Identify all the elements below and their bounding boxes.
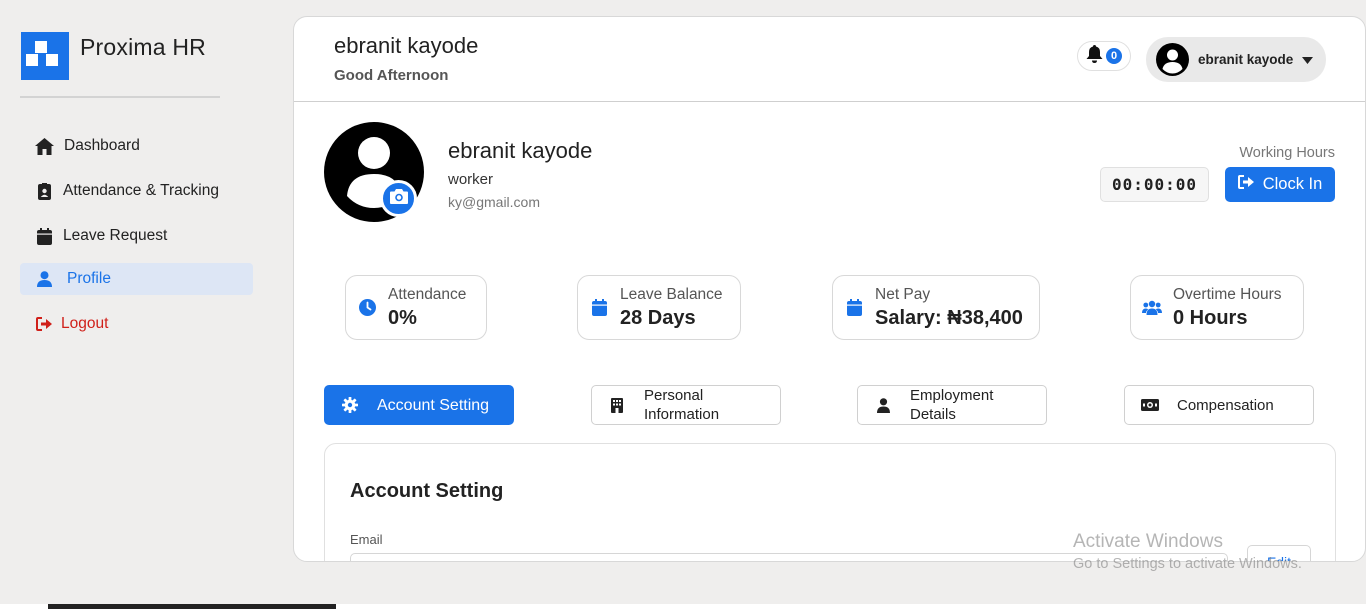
greeting-text: Good Afternoon bbox=[334, 67, 449, 84]
sidebar-item-label: Leave Request bbox=[63, 227, 168, 244]
profile-email: ky@gmail.com bbox=[448, 194, 541, 210]
stat-value: Salary: ₦38,400 bbox=[875, 306, 1023, 329]
tab-label: Compensation bbox=[1177, 396, 1274, 414]
stat-label: Overtime Hours bbox=[1173, 285, 1282, 303]
working-hours-label: Working Hours bbox=[1239, 145, 1335, 161]
change-photo-button[interactable] bbox=[380, 180, 417, 217]
sidebar-item-attendance[interactable]: Attendance & Tracking bbox=[20, 175, 253, 207]
stat-card-attendance: Attendance 0% bbox=[345, 275, 487, 340]
stat-card-overtime: Overtime Hours 0 Hours bbox=[1130, 275, 1304, 340]
home-icon bbox=[34, 136, 54, 156]
stat-value: 0 Hours bbox=[1173, 306, 1248, 329]
stat-value: 0% bbox=[388, 306, 417, 329]
user-icon bbox=[874, 397, 892, 413]
tab-account-setting[interactable]: Account Setting bbox=[324, 385, 514, 425]
notifications-button[interactable]: 0 bbox=[1077, 41, 1131, 71]
taskbar-edge bbox=[0, 604, 1366, 609]
sidebar-item-logout[interactable]: Logout bbox=[20, 308, 253, 340]
calendar-icon bbox=[588, 299, 610, 316]
sidebar-item-dashboard[interactable]: Dashboard bbox=[20, 130, 253, 162]
working-hours-timer: 00:00:00 bbox=[1100, 167, 1209, 202]
gear-icon bbox=[341, 397, 359, 413]
tab-label: Account Setting bbox=[377, 396, 490, 414]
stat-label: Net Pay bbox=[875, 285, 931, 303]
money-icon bbox=[1141, 399, 1159, 411]
sidebar-item-label: Profile bbox=[67, 270, 111, 287]
notification-count-badge: 0 bbox=[1106, 48, 1122, 64]
brand-name: Proxima HR bbox=[80, 34, 206, 60]
calendar-icon bbox=[843, 299, 865, 316]
email-label: Email bbox=[350, 532, 383, 547]
bell-icon bbox=[1086, 44, 1103, 68]
sidebar-item-label: Logout bbox=[61, 315, 109, 332]
calendar-icon bbox=[34, 226, 54, 246]
stat-label: Attendance bbox=[388, 285, 467, 303]
tab-label: Employment Details bbox=[910, 387, 994, 423]
tab-label: Personal Information bbox=[644, 387, 720, 423]
activation-watermark-title: Activate Windows bbox=[1073, 531, 1223, 552]
sidebar: Proxima HR Dashboard Attendance & Tracki… bbox=[0, 0, 280, 609]
stat-value: 28 Days bbox=[620, 306, 696, 329]
profile-name: ebranit kayode bbox=[448, 138, 593, 163]
brand-logo bbox=[21, 32, 69, 80]
sidebar-item-label: Attendance & Tracking bbox=[63, 182, 219, 199]
user-menu-name: ebranit kayode bbox=[1198, 52, 1294, 67]
top-header: ebranit kayode Good Afternoon 0 ebranit … bbox=[294, 17, 1365, 102]
clock-in-label: Clock In bbox=[1262, 175, 1323, 193]
activation-watermark-subtitle: Go to Settings to activate Windows. bbox=[1073, 556, 1302, 572]
profile-role: worker bbox=[448, 171, 494, 188]
user-icon bbox=[34, 269, 54, 289]
sidebar-item-leave-request[interactable]: Leave Request bbox=[20, 220, 253, 252]
tab-employment-details[interactable]: Employment Details bbox=[857, 385, 1047, 425]
divider bbox=[20, 96, 220, 98]
user-menu-button[interactable]: ebranit kayode bbox=[1146, 37, 1326, 82]
main-panel: ebranit kayode Good Afternoon 0 ebranit … bbox=[293, 16, 1366, 562]
camera-icon bbox=[389, 188, 408, 209]
users-icon bbox=[1141, 300, 1163, 315]
section-title: Account Setting bbox=[350, 480, 504, 502]
stat-card-leave-balance: Leave Balance 28 Days bbox=[577, 275, 741, 340]
sidebar-item-profile[interactable]: Profile bbox=[20, 263, 253, 295]
logout-icon bbox=[34, 314, 54, 334]
stat-label: Leave Balance bbox=[620, 285, 723, 303]
sidebar-item-label: Dashboard bbox=[64, 137, 140, 154]
clock-icon bbox=[356, 299, 378, 316]
header-user-name: ebranit kayode bbox=[334, 33, 479, 58]
avatar bbox=[1156, 43, 1189, 76]
clock-in-button[interactable]: Clock In bbox=[1225, 167, 1335, 202]
stat-card-net-pay: Net Pay Salary: ₦38,400 bbox=[832, 275, 1040, 340]
id-badge-icon bbox=[34, 181, 54, 201]
tab-personal-information[interactable]: Personal Information bbox=[591, 385, 781, 425]
tab-compensation[interactable]: Compensation bbox=[1124, 385, 1314, 425]
building-icon bbox=[608, 397, 626, 413]
chevron-down-icon bbox=[1302, 51, 1314, 69]
sign-in-icon bbox=[1237, 175, 1255, 194]
